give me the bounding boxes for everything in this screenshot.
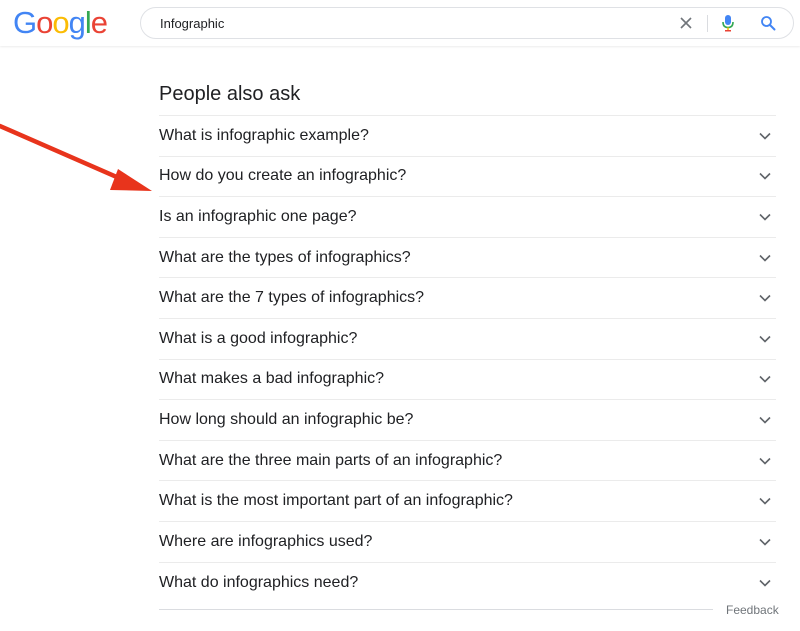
paa-question-item[interactable]: What are the types of infographics? xyxy=(159,238,776,279)
paa-question-item[interactable]: Where are infographics used? xyxy=(159,522,776,563)
paa-question-text: How do you create an infographic? xyxy=(159,167,407,185)
search-divider xyxy=(707,15,708,32)
chevron-down-icon xyxy=(759,132,771,140)
paa-question-item[interactable]: What is infographic example? xyxy=(159,116,776,157)
paa-title: People also ask xyxy=(159,80,776,116)
search-results-page: Google Infographic People also ask What … xyxy=(0,0,800,631)
paa-question-item[interactable]: What are the three main parts of an info… xyxy=(159,441,776,482)
search-box xyxy=(140,7,794,39)
logo-letter: o xyxy=(36,5,53,40)
feedback-link[interactable]: Feedback xyxy=(726,602,779,618)
chevron-down-icon xyxy=(759,335,771,343)
paa-question-text: What are the three main parts of an info… xyxy=(159,451,503,469)
paa-question-text: How long should an infographic be? xyxy=(159,410,414,428)
chevron-down-icon xyxy=(759,498,771,505)
paa-question-item[interactable]: How long should an infographic be? xyxy=(159,400,776,441)
google-logo[interactable]: Google xyxy=(13,4,108,42)
paa-question-item[interactable]: How do you create an infographic? xyxy=(159,157,776,198)
chevron-down-icon xyxy=(759,254,771,262)
red-arrow-annotation xyxy=(0,123,152,191)
paa-question-item[interactable]: What makes a bad infographic? xyxy=(159,360,776,401)
chevron-down-icon xyxy=(759,376,771,383)
paa-list: What is infographic example? How do you … xyxy=(159,116,776,603)
clear-button[interactable] xyxy=(672,8,700,38)
search-header: Google xyxy=(0,0,800,46)
paa-question-text: What are the types of infographics? xyxy=(159,248,411,266)
paa-question-text: Where are infographics used? xyxy=(159,532,373,550)
chevron-down-icon xyxy=(759,213,771,221)
paa-question-item[interactable]: What is the most important part of an in… xyxy=(159,481,776,522)
chevron-down-icon xyxy=(759,538,771,546)
paa-question-text: What is a good infographic? xyxy=(159,329,358,347)
section-bottom-divider xyxy=(159,609,713,610)
paa-question-item[interactable]: Is an infographic one page? xyxy=(159,197,776,238)
voice-search-button[interactable] xyxy=(714,8,742,38)
logo-letter: G xyxy=(13,5,37,40)
paa-question-item[interactable]: What are the 7 types of infographics? xyxy=(159,278,776,319)
paa-question-item[interactable]: What do infographics need? xyxy=(159,563,776,604)
paa-question-text: What are the 7 types of infographics? xyxy=(159,289,425,307)
chevron-down-icon xyxy=(759,295,771,302)
chevron-down-icon xyxy=(759,173,771,181)
microphone-icon xyxy=(722,15,734,32)
logo-letter: e xyxy=(90,5,108,40)
close-icon xyxy=(680,17,692,29)
chevron-down-icon xyxy=(759,579,771,587)
paa-question-text: Is an infographic one page? xyxy=(159,207,357,225)
chevron-down-icon xyxy=(759,416,771,424)
search-input[interactable] xyxy=(160,8,660,38)
logo-letter: g xyxy=(68,5,86,40)
paa-question-text: What is the most important part of an in… xyxy=(159,492,513,510)
search-icon xyxy=(761,16,776,31)
search-button[interactable] xyxy=(754,8,782,38)
paa-question-text: What is infographic example? xyxy=(159,126,369,144)
paa-question-text: What makes a bad infographic? xyxy=(159,370,385,388)
people-also-ask-section: People also ask What is infographic exam… xyxy=(159,80,776,603)
paa-question-text: What do infographics need? xyxy=(159,573,359,591)
logo-letter: o xyxy=(52,5,69,40)
paa-question-item[interactable]: What is a good infographic? xyxy=(159,319,776,360)
chevron-down-icon xyxy=(759,457,771,465)
